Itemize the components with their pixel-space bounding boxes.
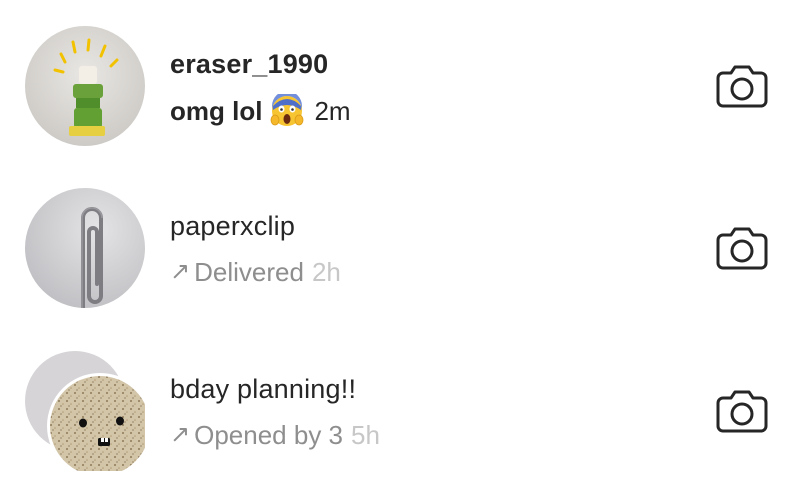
conversation-text: eraser_1990 omg lol 2m bbox=[170, 48, 351, 128]
screaming-face-icon bbox=[270, 91, 304, 128]
eraser-pencil-icon bbox=[25, 26, 145, 146]
conversation-text: bday planning!! ↗ Opened by 3 5h bbox=[170, 373, 380, 451]
delivery-status: Delivered bbox=[194, 257, 304, 287]
camera-icon bbox=[716, 65, 768, 108]
avatar[interactable] bbox=[25, 188, 145, 308]
conversation-name: bday planning!! bbox=[170, 374, 357, 404]
timestamp: 2m bbox=[314, 96, 351, 126]
sent-arrow-icon: ↗ bbox=[170, 258, 191, 285]
message-preview: omg lol bbox=[170, 96, 263, 126]
camera-button[interactable] bbox=[715, 388, 769, 434]
sent-arrow-icon: ↗ bbox=[170, 421, 191, 448]
group-cork-face-icon bbox=[25, 351, 145, 471]
conversation-row[interactable]: eraser_1990 omg lol 2m bbox=[0, 10, 800, 160]
conversation-subtitle: ↗ Opened by 3 5h bbox=[170, 419, 380, 451]
avatar[interactable] bbox=[25, 351, 145, 471]
conversation-name: eraser_1990 bbox=[170, 49, 329, 79]
camera-button[interactable] bbox=[715, 63, 769, 109]
camera-button[interactable] bbox=[715, 225, 769, 271]
camera-icon bbox=[716, 390, 768, 433]
avatar[interactable] bbox=[25, 26, 145, 146]
paperclip-icon bbox=[25, 188, 145, 308]
conversation-row[interactable]: paperxclip ↗ Delivered 2h bbox=[0, 172, 800, 322]
conversation-list: eraser_1990 omg lol 2m paperxclip ↗ Deli… bbox=[0, 0, 800, 500]
delivery-status: Opened by 3 bbox=[194, 420, 343, 450]
conversation-row[interactable]: bday planning!! ↗ Opened by 3 5h bbox=[0, 335, 800, 485]
conversation-text: paperxclip ↗ Delivered 2h bbox=[170, 210, 341, 288]
timestamp: 2h bbox=[311, 257, 341, 287]
conversation-subtitle: omg lol 2m bbox=[170, 91, 351, 128]
conversation-name: paperxclip bbox=[170, 211, 296, 241]
conversation-subtitle: ↗ Delivered 2h bbox=[170, 256, 341, 288]
timestamp: 5h bbox=[351, 420, 380, 450]
camera-icon bbox=[716, 227, 768, 270]
